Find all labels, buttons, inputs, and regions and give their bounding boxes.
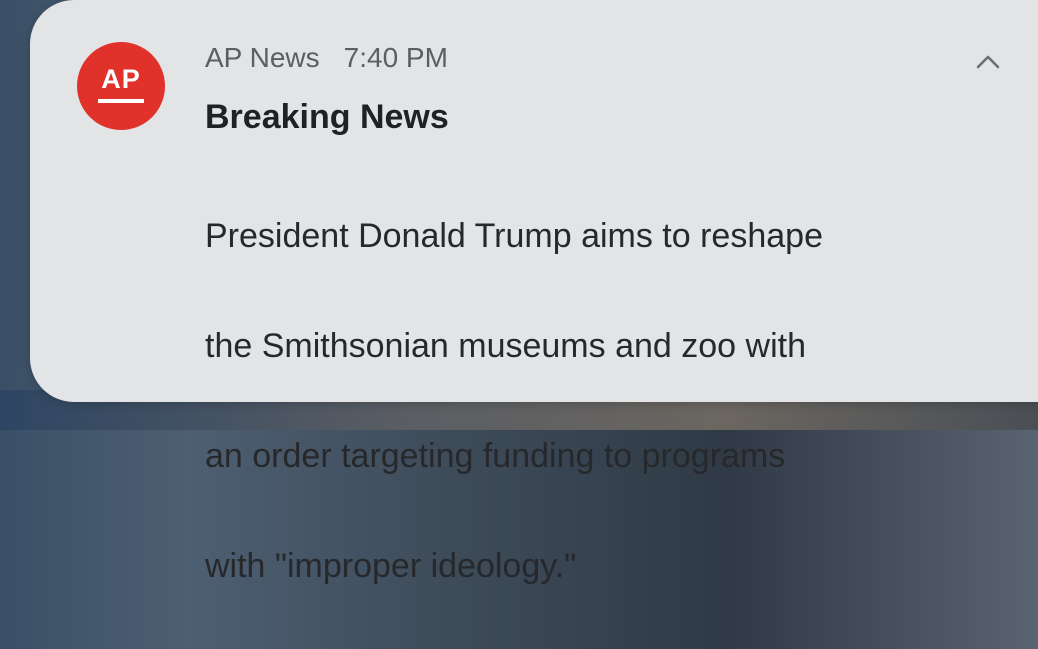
notification-body: President Donald Trump aims to reshape t…	[205, 154, 965, 649]
notification-body-line: President Donald Trump aims to reshape	[205, 217, 823, 255]
notification-body-line: the Smithsonian museums and zoo with	[205, 327, 806, 365]
notification-body-line: with "improper ideology."	[205, 547, 577, 585]
app-logo-underline	[98, 98, 144, 103]
notification-card[interactable]: AP AP News 7:40 PM Breaking News Preside…	[30, 0, 1038, 585]
app-logo-text: AP	[101, 63, 141, 94]
notification-time: 7:40 PM	[343, 42, 448, 73]
notification-title: Breaking News	[205, 98, 449, 136]
ap-logo-icon: AP	[77, 42, 165, 130]
notification-body-line: an order targeting funding to programs	[205, 437, 786, 475]
notification-header: AP News 7:40 PM	[205, 42, 448, 74]
chevron-up-icon[interactable]	[974, 48, 1002, 76]
app-name: AP News	[205, 42, 320, 73]
